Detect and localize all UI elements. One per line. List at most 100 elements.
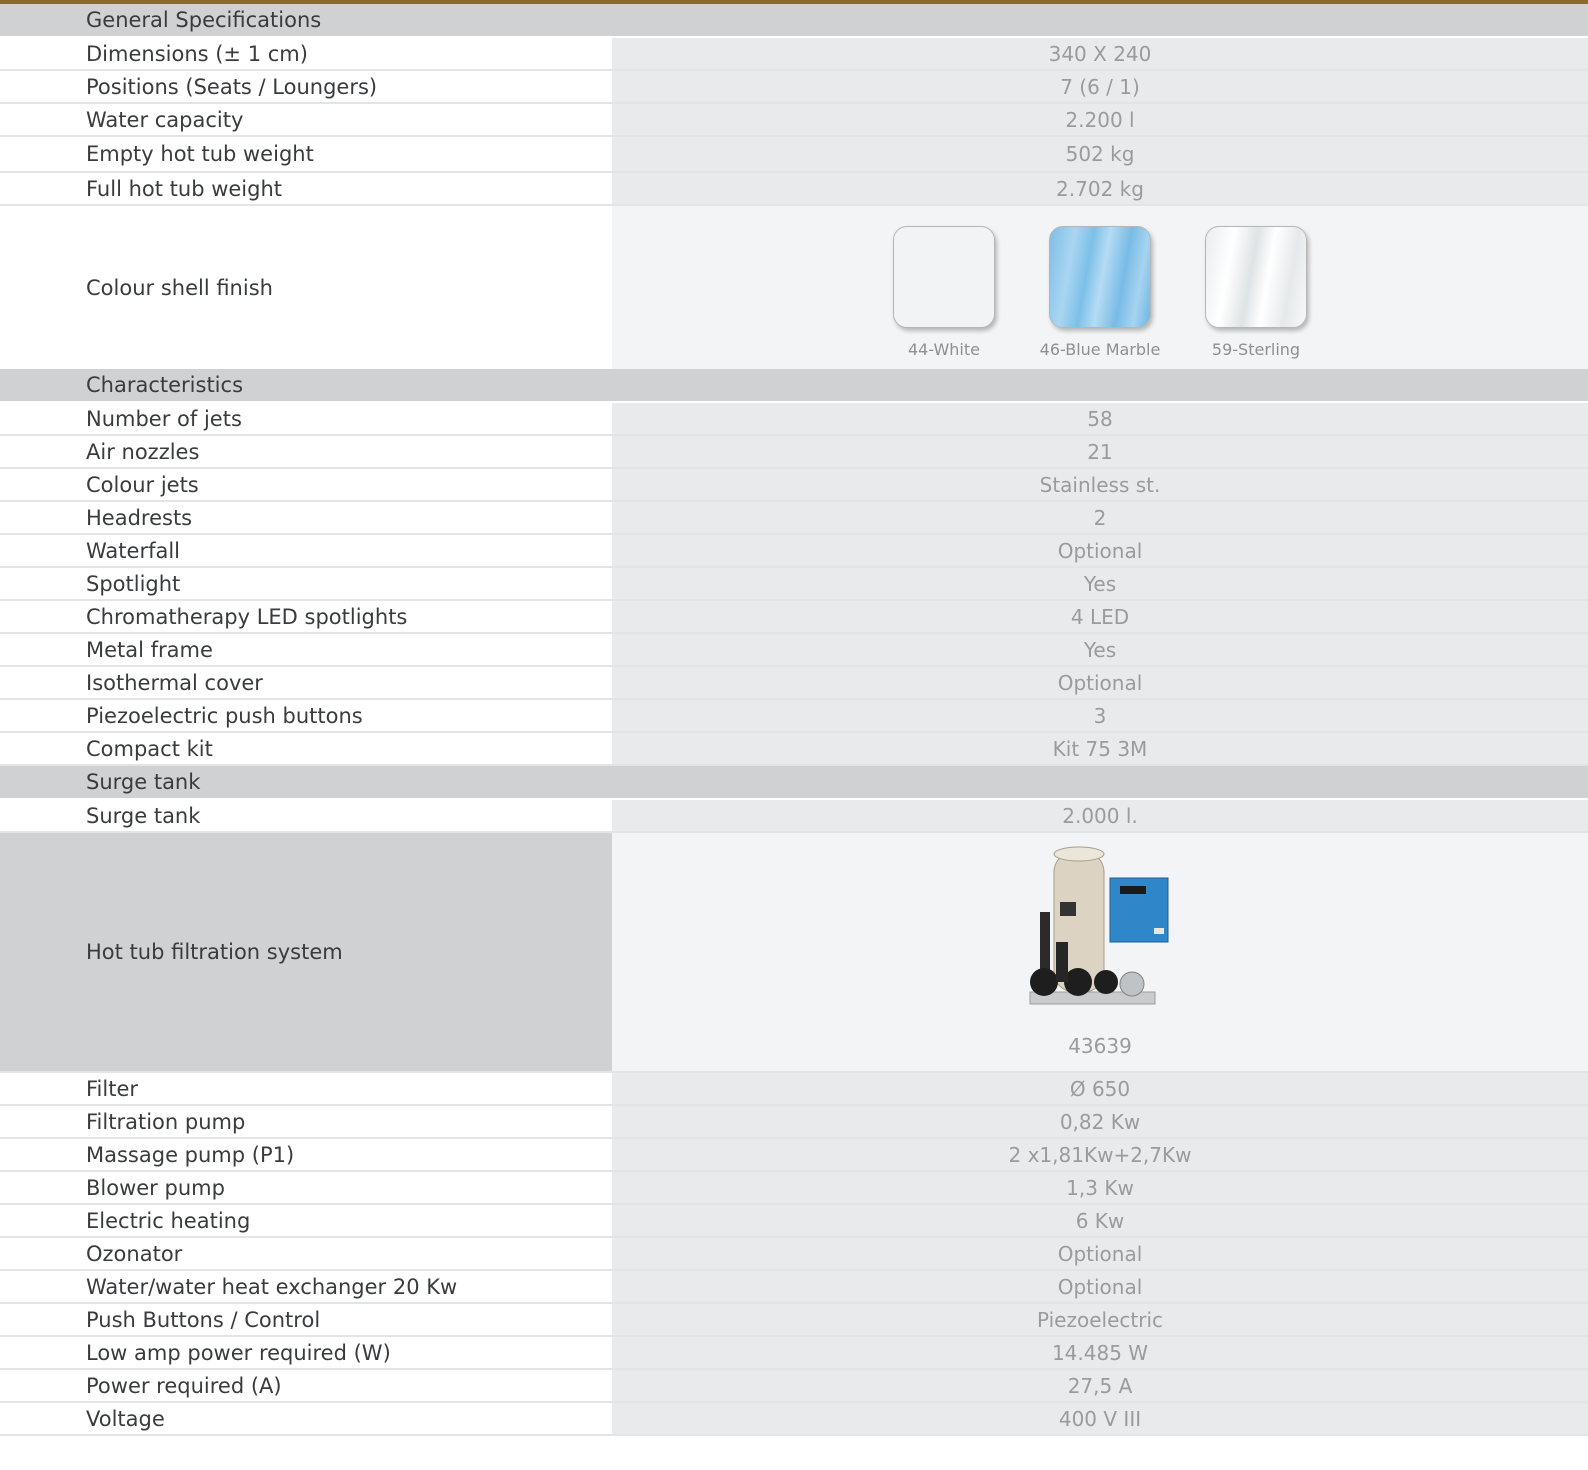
spec-label: Push Buttons / Control xyxy=(0,1304,612,1335)
spec-value: 2.200 l xyxy=(612,104,1588,135)
spec-row: Push Buttons / Control Piezoelectric xyxy=(0,1304,1588,1337)
spec-row: Water capacity 2.200 l xyxy=(0,104,1588,137)
colour-swatches: 44-White 46-Blue Marble 59-Sterling xyxy=(892,216,1308,359)
spec-label: Spotlight xyxy=(0,568,612,599)
section-header-general: General Specifications xyxy=(0,4,1588,38)
filtration-system-row: Hot tub filtration system 43639 xyxy=(0,833,1588,1073)
swatch-name: 59-Sterling xyxy=(1211,340,1301,359)
spec-value: 1,3 Kw xyxy=(612,1172,1588,1203)
spec-value: 502 kg xyxy=(612,137,1588,171)
spec-value: 2.000 l. xyxy=(612,800,1588,831)
spec-row: Voltage 400 V III xyxy=(0,1403,1588,1436)
swatch-chip xyxy=(1049,226,1151,328)
spec-row: Empty hot tub weight 502 kg xyxy=(0,137,1588,173)
spec-row: Headrests 2 xyxy=(0,502,1588,535)
spec-value: 4 LED xyxy=(612,601,1588,632)
spec-label: Metal frame xyxy=(0,634,612,665)
spec-value: Yes xyxy=(612,568,1588,599)
spec-label: Dimensions (± 1 cm) xyxy=(0,38,612,69)
spec-row: Chromatherapy LED spotlights 4 LED xyxy=(0,601,1588,634)
spec-row: Filter Ø 650 xyxy=(0,1073,1588,1106)
spec-row: Full hot tub weight 2.702 kg xyxy=(0,173,1588,206)
spec-row: Surge tank 2.000 l. xyxy=(0,800,1588,833)
spec-value: Stainless st. xyxy=(612,469,1588,500)
spec-row: Massage pump (P1) 2 x1,81Kw+2,7Kw xyxy=(0,1139,1588,1172)
spec-value: 21 xyxy=(612,436,1588,467)
spec-row: Water/water heat exchanger 20 Kw Optiona… xyxy=(0,1271,1588,1304)
spec-value: Optional xyxy=(612,1238,1588,1269)
spec-label: Blower pump xyxy=(0,1172,612,1203)
spec-row: Dimensions (± 1 cm) 340 X 240 xyxy=(0,38,1588,71)
spec-label: Empty hot tub weight xyxy=(0,137,612,171)
section-header-surge-tank: Surge tank xyxy=(0,766,1588,800)
swatch-chip xyxy=(893,226,995,328)
spec-value: Optional xyxy=(612,535,1588,566)
spec-value: 14.485 W xyxy=(612,1337,1588,1368)
spec-value: Optional xyxy=(612,1271,1588,1302)
spec-row: Positions (Seats / Loungers) 7 (6 / 1) xyxy=(0,71,1588,104)
swatch-white[interactable]: 44-White xyxy=(892,226,996,359)
spec-value: 0,82 Kw xyxy=(612,1106,1588,1137)
spec-label: Chromatherapy LED spotlights xyxy=(0,601,612,632)
section-title: Surge tank xyxy=(86,770,201,794)
spec-value: 2 x1,81Kw+2,7Kw xyxy=(612,1139,1588,1170)
colour-swatches-cell: 44-White 46-Blue Marble 59-Sterling xyxy=(612,206,1588,369)
spec-row: Compact kit Kit 75 3M xyxy=(0,733,1588,766)
spec-row: Air nozzles 21 xyxy=(0,436,1588,469)
swatch-name: 44-White xyxy=(907,340,980,359)
spec-label: Piezoelectric push buttons xyxy=(0,700,612,731)
swatch-blue-marble[interactable]: 46-Blue Marble xyxy=(1040,226,1160,359)
spec-label: Power required (A) xyxy=(0,1370,612,1401)
spec-row: Waterfall Optional xyxy=(0,535,1588,568)
spec-label: Headrests xyxy=(0,502,612,533)
spec-label: Colour shell finish xyxy=(0,206,612,369)
spec-label: Colour jets xyxy=(0,469,612,500)
spec-label: Isothermal cover xyxy=(0,667,612,698)
spec-sheet: General Specifications Dimensions (± 1 c… xyxy=(0,4,1588,1436)
spec-row: Colour jets Stainless st. xyxy=(0,469,1588,502)
spec-value: 340 X 240 xyxy=(612,38,1588,69)
spec-label: Water/water heat exchanger 20 Kw xyxy=(0,1271,612,1302)
spec-row: Filtration pump 0,82 Kw xyxy=(0,1106,1588,1139)
spec-row: Blower pump 1,3 Kw xyxy=(0,1172,1588,1205)
spec-row: Number of jets 58 xyxy=(0,403,1588,436)
spec-value: 400 V III xyxy=(612,1403,1588,1434)
swatch-name: 46-Blue Marble xyxy=(1039,340,1161,359)
spec-value: Kit 75 3M xyxy=(612,733,1588,764)
spec-value: 2.702 kg xyxy=(612,173,1588,204)
colour-finish-row: Colour shell finish 44-White 46-Blue Mar… xyxy=(0,206,1588,369)
filtration-equipment-icon xyxy=(1029,846,1169,1005)
spec-label: Number of jets xyxy=(0,403,612,434)
spec-value: Piezoelectric xyxy=(612,1304,1588,1335)
spec-label: Air nozzles xyxy=(0,436,612,467)
spec-value: 58 xyxy=(612,403,1588,434)
spec-label: Massage pump (P1) xyxy=(0,1139,612,1170)
spec-label: Compact kit xyxy=(0,733,612,764)
spec-label: Full hot tub weight xyxy=(0,173,612,204)
spec-value: 6 Kw xyxy=(612,1205,1588,1236)
section-header-characteristics: Characteristics xyxy=(0,369,1588,403)
section-title: Characteristics xyxy=(86,373,244,397)
filtration-cell: 43639 xyxy=(612,833,1588,1071)
spec-value: 27,5 A xyxy=(612,1370,1588,1401)
spec-label: Surge tank xyxy=(0,800,612,831)
spec-value: Optional xyxy=(612,667,1588,698)
spec-value: 7 (6 / 1) xyxy=(612,71,1588,102)
spec-row: Metal frame Yes xyxy=(0,634,1588,667)
spec-row: Piezoelectric push buttons 3 xyxy=(0,700,1588,733)
spec-row: Electric heating 6 Kw xyxy=(0,1205,1588,1238)
spec-label: Filtration pump xyxy=(0,1106,612,1137)
spec-label: Voltage xyxy=(0,1403,612,1434)
filtration-code: 43639 xyxy=(1068,1034,1132,1058)
spec-row: Power required (A) 27,5 A xyxy=(0,1370,1588,1403)
spec-label: Hot tub filtration system xyxy=(0,833,612,1071)
spec-label: Water capacity xyxy=(0,104,612,135)
swatch-chip xyxy=(1205,226,1307,328)
spec-value: Yes xyxy=(612,634,1588,665)
spec-label: Low amp power required (W) xyxy=(0,1337,612,1368)
spec-value: 2 xyxy=(612,502,1588,533)
spec-row: Ozonator Optional xyxy=(0,1238,1588,1271)
spec-label: Positions (Seats / Loungers) xyxy=(0,71,612,102)
swatch-sterling[interactable]: 59-Sterling xyxy=(1204,226,1308,359)
spec-row: Spotlight Yes xyxy=(0,568,1588,601)
